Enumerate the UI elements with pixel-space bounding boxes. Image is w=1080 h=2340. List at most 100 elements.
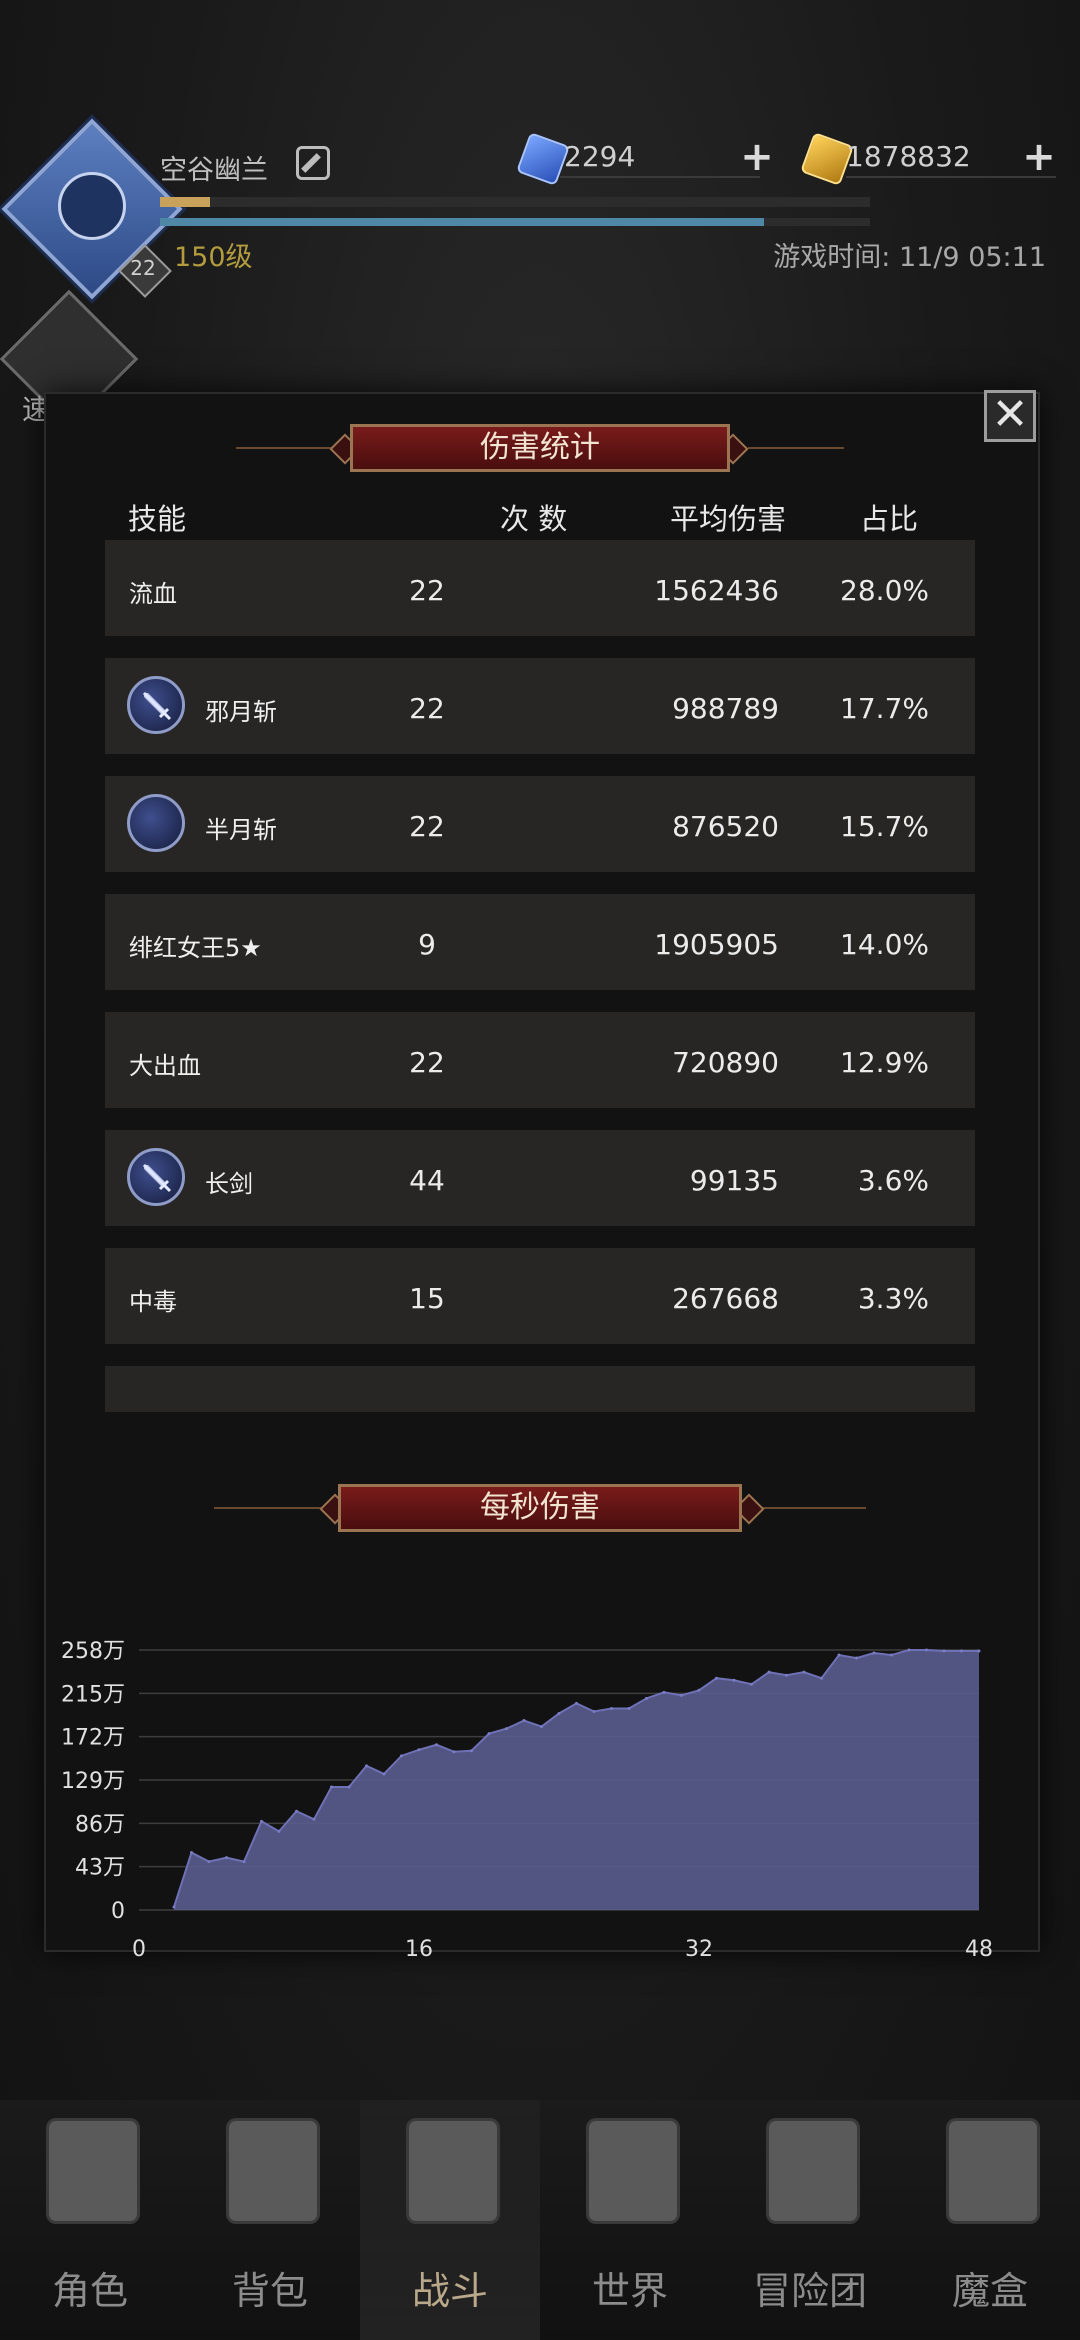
data-point bbox=[505, 1727, 508, 1731]
data-point bbox=[977, 1649, 981, 1653]
data-point bbox=[207, 1860, 211, 1864]
data-point bbox=[785, 1673, 788, 1677]
y-tick-label: 172万 bbox=[61, 1726, 125, 1751]
dps-title: 每秒伤害 bbox=[338, 1484, 742, 1532]
progress-bar-fill bbox=[160, 218, 764, 226]
data-point bbox=[452, 1750, 456, 1754]
game-time: 游戏时间: 11/9 05:11 bbox=[773, 242, 1046, 273]
data-point bbox=[610, 1706, 613, 1710]
data-point bbox=[697, 1688, 701, 1692]
data-point bbox=[365, 1764, 368, 1768]
data-point bbox=[330, 1785, 333, 1789]
avatar-badge-number: 22 bbox=[130, 256, 156, 280]
table-row bbox=[105, 1366, 975, 1412]
nav-item-adventure-team[interactable]: 冒险团 bbox=[720, 2100, 900, 2340]
sword-shield-icon bbox=[406, 2118, 500, 2224]
row-percent: 28.0% bbox=[840, 574, 929, 607]
close-button[interactable]: ✕ bbox=[984, 390, 1036, 442]
row-percent: 3.3% bbox=[857, 1282, 929, 1315]
row-avg-damage: 876520 bbox=[672, 810, 779, 843]
table-row: 绯红女王5★ 9 1905905 14.0% bbox=[105, 894, 975, 990]
data-point bbox=[907, 1648, 911, 1652]
data-point bbox=[732, 1678, 736, 1682]
column-header-skill: 技能 bbox=[128, 502, 187, 536]
castle-icon bbox=[766, 2118, 860, 2224]
banner-decoration-right bbox=[756, 1507, 866, 1509]
data-point bbox=[242, 1860, 246, 1864]
row-avg-damage: 1562436 bbox=[654, 574, 779, 607]
banner-decoration-left bbox=[214, 1507, 324, 1509]
nav-item-role[interactable]: 角色 bbox=[0, 2100, 180, 2340]
table-row: 邪月斩 22 988789 17.7% bbox=[105, 658, 975, 754]
row-percent: 17.7% bbox=[840, 692, 929, 725]
data-point bbox=[487, 1732, 491, 1736]
row-percent: 14.0% bbox=[840, 928, 929, 961]
nav-item-backpack[interactable]: 背包 bbox=[180, 2100, 360, 2340]
data-point bbox=[802, 1670, 806, 1674]
nav-item-battle[interactable]: 战斗 bbox=[360, 2100, 540, 2340]
row-percent: 3.6% bbox=[857, 1164, 929, 1197]
data-point bbox=[172, 1905, 176, 1909]
nav-label: 魔盒 bbox=[951, 2269, 1028, 2313]
data-point bbox=[645, 1696, 648, 1700]
data-point bbox=[470, 1749, 473, 1753]
damage-table: 流血 22 1562436 28.0% 邪月斩 22 988789 17.7% … bbox=[105, 540, 975, 1412]
table-row: 流血 22 1562436 28.0% bbox=[105, 540, 975, 636]
data-point bbox=[575, 1701, 578, 1705]
data-point bbox=[277, 1829, 281, 1833]
row-avg-damage: 99135 bbox=[689, 1164, 779, 1197]
add-diamond-icon[interactable]: + bbox=[740, 137, 774, 177]
row-skill-name: 大出血 bbox=[129, 1052, 201, 1080]
dps-chart: 0 43万 86万 129万 172万 215万 258万 0 16 32 48 bbox=[61, 1639, 993, 1960]
banner-decoration-left bbox=[236, 447, 332, 449]
damage-stats-title: 伤害统计 bbox=[350, 424, 730, 472]
table-row: 半月斩 22 876520 15.7% bbox=[105, 776, 975, 872]
row-skill-name: 绯红女王5★ bbox=[129, 934, 262, 962]
table-row: 长剑 44 99135 3.6% bbox=[105, 1130, 975, 1226]
data-point bbox=[960, 1649, 963, 1653]
row-skill-name: 半月斩 bbox=[205, 816, 277, 844]
gold-count: 1878832 bbox=[846, 140, 971, 173]
nav-item-world[interactable]: 世界 bbox=[540, 2100, 720, 2340]
y-tick-label: 43万 bbox=[75, 1856, 125, 1881]
data-point bbox=[260, 1819, 263, 1823]
y-tick-label: 129万 bbox=[61, 1769, 125, 1794]
data-point bbox=[767, 1670, 771, 1674]
data-point bbox=[890, 1653, 893, 1657]
xp-bar-fill bbox=[160, 197, 210, 207]
row-avg-damage: 267668 bbox=[672, 1282, 779, 1315]
column-header-percent: 占比 bbox=[860, 502, 919, 536]
player-level: 150级 bbox=[174, 242, 253, 273]
data-point bbox=[942, 1649, 946, 1653]
data-point bbox=[592, 1709, 596, 1713]
x-tick-label: 16 bbox=[405, 1937, 433, 1960]
data-point bbox=[190, 1851, 193, 1855]
data-point bbox=[295, 1809, 298, 1813]
edit-name-icon[interactable] bbox=[296, 146, 330, 180]
data-point bbox=[347, 1785, 351, 1789]
table-row: 大出血 22 720890 12.9% bbox=[105, 1012, 975, 1108]
data-point bbox=[417, 1748, 421, 1752]
column-header-avg-damage: 平均伤害 bbox=[670, 502, 787, 536]
nav-item-magic-box[interactable]: 魔盒 bbox=[900, 2100, 1080, 2340]
add-gold-icon[interactable]: + bbox=[1022, 137, 1056, 177]
data-point bbox=[925, 1648, 928, 1652]
nav-label: 世界 bbox=[591, 2269, 668, 2313]
magic-box-icon bbox=[946, 2118, 1040, 2224]
banner-decoration-right bbox=[748, 447, 844, 449]
y-tick-label: 86万 bbox=[75, 1812, 125, 1837]
avatar-portrait-icon bbox=[58, 172, 126, 240]
xp-bar bbox=[160, 197, 870, 207]
data-point bbox=[540, 1725, 543, 1729]
table-row: 中毒 15 267668 3.3% bbox=[105, 1248, 975, 1344]
data-point bbox=[837, 1653, 841, 1657]
row-avg-damage: 1905905 bbox=[654, 928, 779, 961]
map-scroll-icon bbox=[586, 2118, 680, 2224]
progress-bar bbox=[160, 218, 870, 226]
diamond-count: 2294 bbox=[564, 140, 636, 173]
data-point bbox=[855, 1656, 858, 1660]
x-tick-label: 0 bbox=[132, 1937, 146, 1960]
x-tick-label: 32 bbox=[685, 1937, 713, 1960]
row-skill-name: 流血 bbox=[129, 580, 177, 608]
sword-icon bbox=[127, 676, 185, 734]
